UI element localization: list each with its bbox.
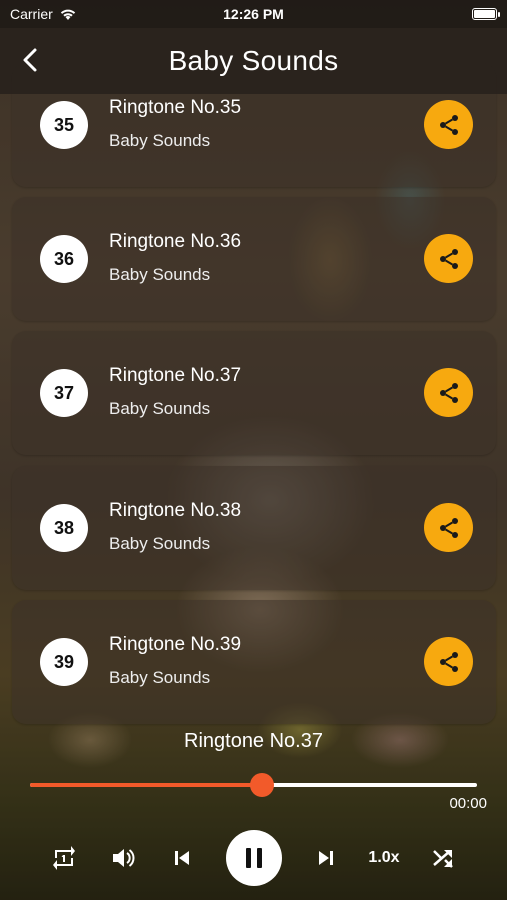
ringtone-subtitle: Baby Sounds <box>109 265 211 284</box>
previous-button[interactable] <box>170 846 194 870</box>
ringtone-row[interactable]: 38 Ringtone No.38 Baby Sounds <box>12 466 496 590</box>
ringtone-subtitle: Baby Sounds <box>109 399 211 418</box>
progress-thumb[interactable] <box>250 773 275 797</box>
repeat-button[interactable] <box>50 844 78 872</box>
share-icon <box>439 114 458 135</box>
elapsed-time: 00:00 <box>449 795 487 812</box>
skip-next-icon <box>319 851 333 865</box>
shuffle-button[interactable] <box>429 844 457 872</box>
ringtone-row[interactable]: 37 Ringtone No.37 Baby Sounds <box>12 331 496 455</box>
ringtone-row[interactable]: 36 Ringtone No.36 Baby Sounds <box>12 197 496 321</box>
status-left: Carrier <box>10 6 77 22</box>
ringtone-number-badge: 39 <box>40 638 88 686</box>
shuffle-icon <box>433 850 453 868</box>
ringtone-row[interactable]: 39 Ringtone No.39 Baby Sounds <box>12 600 496 724</box>
pause-icon <box>246 848 262 868</box>
share-icon <box>439 382 458 403</box>
ringtone-subtitle: Baby Sounds <box>109 131 211 150</box>
share-button[interactable] <box>424 234 473 283</box>
chevron-left-icon <box>23 48 37 72</box>
wifi-icon <box>60 9 75 20</box>
ringtone-number-badge: 35 <box>40 101 88 149</box>
player-controls: 1.0x <box>0 828 507 886</box>
back-button[interactable] <box>14 44 46 76</box>
next-button[interactable] <box>314 846 338 870</box>
ringtone-title: Ringtone No.38 <box>109 500 242 521</box>
volume-icon <box>113 849 135 867</box>
repeat-one-icon <box>53 846 75 870</box>
ringtone-number-badge: 38 <box>40 504 88 552</box>
navigation-bar: Baby Sounds <box>0 28 507 94</box>
share-button[interactable] <box>424 637 473 686</box>
share-button[interactable] <box>424 368 473 417</box>
battery-icon <box>472 8 500 20</box>
ringtone-number-badge: 37 <box>40 369 88 417</box>
playback-speed-button[interactable]: 1.0x <box>362 846 406 870</box>
share-icon <box>439 248 458 269</box>
ringtone-number-badge: 36 <box>40 235 88 283</box>
skip-previous-icon <box>175 851 189 865</box>
share-button[interactable] <box>424 503 473 552</box>
ringtone-subtitle: Baby Sounds <box>109 534 211 553</box>
volume-button[interactable] <box>109 844 137 872</box>
share-button[interactable] <box>424 100 473 149</box>
progress-played <box>30 783 263 787</box>
ringtone-title: Ringtone No.37 <box>109 365 242 386</box>
now-playing-title: Ringtone No.37 <box>184 730 323 752</box>
ringtone-title: Ringtone No.35 <box>109 97 242 118</box>
status-bar: Carrier 12:26 PM <box>0 0 507 28</box>
pause-button[interactable] <box>226 830 282 886</box>
page-title: Baby Sounds <box>168 45 339 76</box>
ringtone-title: Ringtone No.39 <box>109 634 242 655</box>
share-icon <box>439 517 458 538</box>
ringtone-title: Ringtone No.36 <box>109 231 242 252</box>
progress-slider[interactable] <box>30 773 477 797</box>
carrier-label: Carrier <box>10 6 53 22</box>
ringtone-subtitle: Baby Sounds <box>109 668 211 687</box>
share-icon <box>439 651 458 672</box>
